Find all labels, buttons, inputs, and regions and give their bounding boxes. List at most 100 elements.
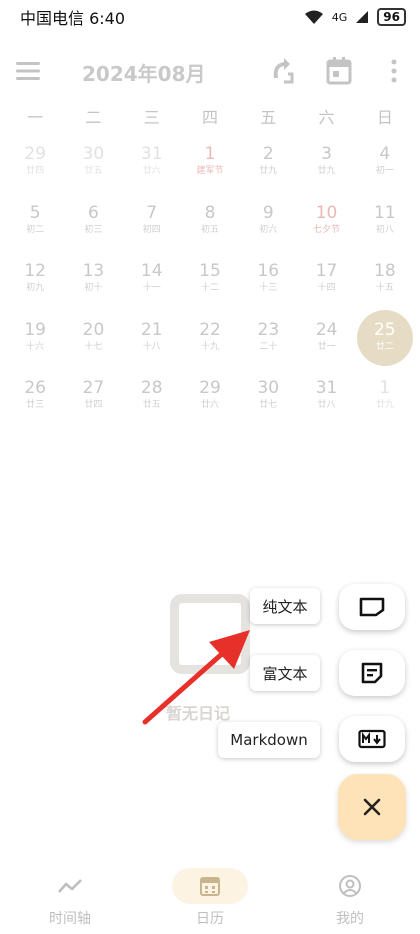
lunar-date: 十八	[142, 341, 161, 352]
calendar-day[interactable]: 10 七夕节	[297, 199, 355, 258]
sync-icon[interactable]	[268, 56, 300, 86]
calendar-day[interactable]: 31 廿八	[297, 374, 355, 433]
calendar-day[interactable]: 30 廿七	[239, 374, 297, 433]
calendar-day[interactable]: 1 廿九	[356, 374, 414, 433]
calendar-day[interactable]: 24 廿一	[297, 316, 355, 375]
nav-profile[interactable]: 我的	[280, 858, 420, 934]
calendar-day[interactable]: 11 初八	[356, 199, 414, 258]
weekday-label: 二	[85, 108, 102, 127]
lunar-date: 廿八	[317, 400, 336, 410]
calendar-day[interactable]: 13 初十	[64, 257, 122, 316]
carrier-time: 中国电信 6:40	[20, 9, 126, 28]
lunar-date: 初二	[26, 224, 45, 235]
markdown-icon	[358, 729, 386, 749]
nav-calendar[interactable]: 日历	[140, 858, 280, 934]
nav-timeline-pill	[32, 868, 108, 904]
calendar-icon	[200, 877, 220, 896]
day-number: 2	[262, 144, 274, 164]
calendar-day[interactable]: 2 廿九	[239, 140, 297, 199]
nav-timeline-label: 时间轴	[49, 911, 91, 927]
markdown-button[interactable]	[339, 716, 405, 762]
calendar-day[interactable]: 5 初二	[6, 199, 64, 258]
lunar-date: 初九	[26, 283, 45, 293]
lunar-date: 廿九	[259, 166, 278, 176]
day-number: 19	[24, 319, 46, 340]
more-vertical-icon[interactable]	[378, 56, 410, 86]
day-number: 13	[82, 261, 105, 281]
app-bar: 2024年08月	[0, 52, 420, 92]
network-indicator: 4G	[331, 10, 348, 24]
day-number: 30	[257, 378, 280, 398]
weekday-label: 一	[27, 108, 44, 127]
calendar-day[interactable]: 7 初四	[123, 199, 181, 258]
weekday-label: 五	[260, 108, 277, 127]
calendar-today-icon[interactable]	[323, 56, 355, 86]
close-fab-button[interactable]	[338, 774, 406, 840]
plain-text-option[interactable]: 纯文本	[250, 588, 320, 624]
calendar-day[interactable]: 15 十二	[181, 257, 239, 316]
calendar-day[interactable]: 1 建军节	[181, 140, 239, 199]
calendar-day[interactable]: 16 十三	[239, 257, 297, 316]
rich-text-option[interactable]: 富文本	[250, 655, 320, 691]
calendar-day[interactable]: 19 十六	[6, 316, 64, 375]
calendar-week-row: 12 初九 13 初十 14 十一 15 十二 16 十三 17 十四 18 十五	[6, 257, 414, 316]
lunar-date: 十二	[200, 283, 219, 293]
menu-icon[interactable]	[16, 60, 42, 82]
calendar-day[interactable]: 29 廿六	[181, 374, 239, 433]
day-number: 27	[82, 378, 105, 398]
calendar-day[interactable]: 9 初六	[239, 199, 297, 258]
lunar-date: 十六	[26, 341, 45, 352]
calendar-day[interactable]: 29 廿四	[6, 140, 64, 199]
day-number: 16	[257, 261, 280, 281]
lunar-date: 初一	[375, 166, 394, 176]
calendar-week-row: 29 廿四 30 廿五 31 廿六 1 建军节 2 廿九 3 廿九 4 初一	[6, 140, 414, 199]
calendar-day[interactable]: 28 廿五	[123, 374, 181, 433]
calendar-day[interactable]: 30 廿五	[64, 140, 122, 199]
month-title[interactable]: 2024年08月	[82, 58, 206, 87]
calendar-day[interactable]: 12 初九	[6, 257, 64, 316]
calendar-day[interactable]: 21 十八	[123, 316, 181, 375]
battery-indicator: 96	[377, 8, 406, 26]
calendar-day[interactable]: 23 二十	[239, 316, 297, 375]
weekday-label: 三	[143, 108, 160, 127]
day-number: 18	[374, 261, 396, 281]
calendar-day[interactable]: 3 廿九	[297, 140, 355, 199]
lunar-date: 廿五	[84, 166, 103, 176]
calendar-day[interactable]: 26 廿三	[6, 374, 64, 433]
calendar-day-today[interactable]: 25 廿二	[356, 309, 413, 366]
day-number: 25	[373, 319, 396, 340]
nav-timeline[interactable]: 时间轴	[0, 858, 140, 934]
calendar-day[interactable]: 31 廿六	[123, 140, 181, 199]
plain-text-button[interactable]	[339, 584, 405, 630]
nav-calendar-label: 日历	[196, 911, 224, 927]
calendar-day[interactable]: 18 十五	[356, 257, 414, 316]
day-number: 29	[24, 144, 46, 164]
day-number: 1	[379, 378, 391, 398]
day-number: 11	[374, 202, 396, 223]
calendar-day[interactable]: 6 初三	[64, 199, 122, 258]
calendar-day[interactable]: 4 初一	[356, 140, 414, 199]
day-number: 28	[140, 378, 163, 398]
calendar-day[interactable]: 14 十一	[123, 257, 181, 316]
weekday-header: 一 二 三 四 五 六 日	[6, 104, 414, 128]
calendar-day[interactable]: 8 初五	[181, 199, 239, 258]
calendar-day[interactable]: 27 廿四	[64, 374, 122, 433]
day-number: 31	[140, 144, 163, 164]
calendar-grid: 29 廿四 30 廿五 31 廿六 1 建军节 2 廿九 3 廿九 4 初一 5 初二 6 初三 7 初四 8 初五 9 初六…	[6, 140, 414, 433]
timeline-icon	[58, 879, 82, 893]
lunar-date: 初五	[200, 224, 219, 235]
day-number: 4	[379, 144, 391, 164]
calendar-week-row: 19 十六 20 十七 21 十八 22 十九 23 二十 24 廿一 25 廿二	[6, 309, 414, 375]
rich-text-button[interactable]	[339, 650, 405, 696]
calendar-week-row: 26 廿三 27 廿四 28 廿五 29 廿六 30 廿七 31 廿八 1 廿九	[6, 374, 414, 433]
lunar-date: 初四	[142, 224, 161, 235]
calendar-day[interactable]: 17 十四	[297, 257, 355, 316]
markdown-option[interactable]: Markdown	[218, 722, 320, 758]
calendar-week-row: 5 初二 6 初三 7 初四 8 初五 9 初六 10 七夕节 11 初八	[6, 199, 414, 258]
calendar-day[interactable]: 20 十七	[64, 316, 122, 375]
calendar-day[interactable]: 22 十九	[181, 316, 239, 375]
day-number: 26	[24, 378, 46, 398]
weekday-label: 四	[201, 108, 218, 127]
lunar-date: 廿四	[26, 166, 45, 176]
day-number: 23	[257, 319, 280, 340]
